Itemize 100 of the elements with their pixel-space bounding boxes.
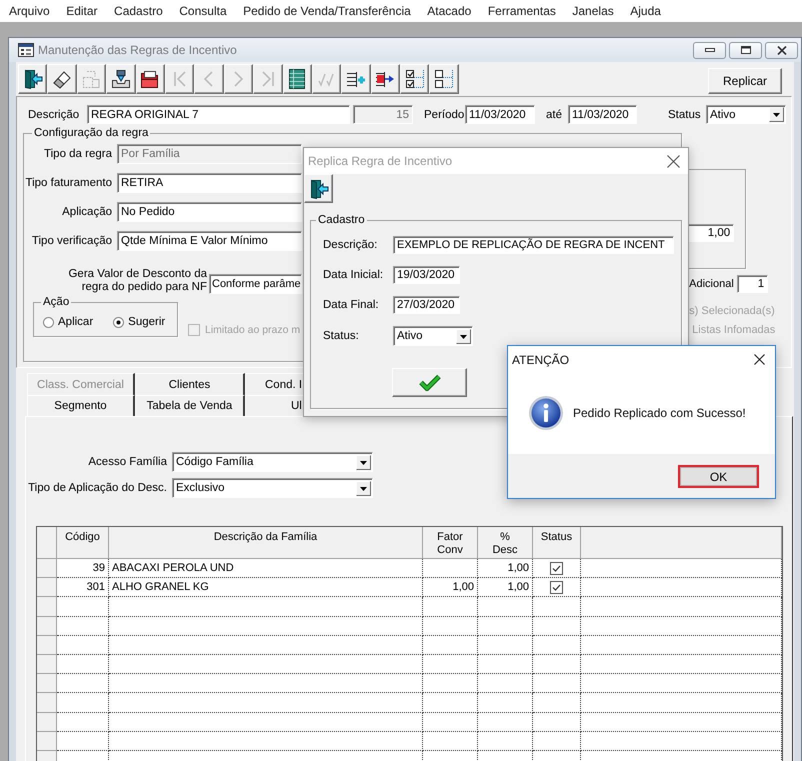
status-select[interactable]: Ativo bbox=[706, 105, 786, 124]
description-field[interactable]: REGRA ORIGINAL 7 bbox=[87, 105, 350, 124]
ok-button[interactable]: OK bbox=[680, 467, 757, 486]
toolbar-button[interactable] bbox=[18, 64, 48, 94]
empty-cell bbox=[533, 674, 581, 694]
field-label: Tipo de Aplicação do Desc. bbox=[27, 482, 167, 494]
stacked-pages-icon bbox=[81, 69, 102, 89]
menu-item[interactable]: Consulta bbox=[179, 4, 227, 18]
radio-option[interactable]: Aplicar bbox=[43, 316, 94, 328]
tab[interactable]: Tabela de Venda bbox=[135, 395, 245, 416]
table-cell: ALHO GRANEL KG bbox=[109, 578, 423, 598]
maximize-icon bbox=[740, 46, 750, 54]
toolbar-button[interactable] bbox=[370, 64, 400, 94]
toolbar-button[interactable] bbox=[429, 64, 459, 94]
menu-item[interactable]: Pedido de Venda/Transferência bbox=[243, 4, 411, 18]
date-field[interactable]: 19/03/2020 bbox=[393, 266, 460, 284]
dropdown-arrow-icon[interactable] bbox=[356, 454, 371, 470]
checkbox-icon[interactable] bbox=[550, 580, 563, 594]
dialog-title: Replica Regra de Incentivo bbox=[308, 154, 452, 168]
toolbar-button[interactable] bbox=[106, 64, 136, 94]
menu-item[interactable]: Ferramentas bbox=[488, 4, 556, 18]
empty-cell bbox=[423, 674, 478, 694]
menu-item[interactable]: Cadastro bbox=[114, 4, 163, 18]
start-date-field[interactable]: 11/03/2020 bbox=[465, 105, 535, 124]
radio-option[interactable]: Sugerir bbox=[113, 316, 166, 328]
minimize-button[interactable] bbox=[693, 42, 726, 58]
empty-cell bbox=[423, 712, 478, 732]
dropdown-arrow-icon[interactable] bbox=[356, 480, 371, 496]
table-cell: 1,00 bbox=[423, 578, 478, 598]
unchecked-list-icon bbox=[434, 69, 454, 89]
field-label: até bbox=[546, 108, 563, 120]
field-label: Data Final: bbox=[323, 299, 380, 311]
dropdown-arrow-icon[interactable] bbox=[456, 328, 471, 344]
column-header: Descrição da Família bbox=[109, 527, 423, 558]
checkbox-icon[interactable] bbox=[550, 562, 563, 575]
column-header: % Desc bbox=[478, 527, 533, 558]
empty-cell bbox=[478, 636, 533, 655]
toolbar-button[interactable] bbox=[136, 64, 165, 94]
text-field[interactable]: No Pedido bbox=[117, 202, 302, 222]
menu-item[interactable]: Editar bbox=[66, 4, 98, 18]
empty-cell bbox=[478, 674, 533, 694]
dropdown-arrow-icon[interactable] bbox=[769, 107, 784, 122]
field-label: Status: bbox=[323, 330, 360, 342]
info-icon bbox=[529, 396, 563, 430]
empty-cell bbox=[423, 693, 478, 712]
radio-icon[interactable] bbox=[113, 316, 124, 328]
toolbar-button[interactable] bbox=[47, 64, 77, 94]
row-indicator bbox=[37, 636, 57, 655]
field-label: Tipo verificação bbox=[30, 235, 112, 247]
menu-item[interactable]: Ajuda bbox=[630, 4, 661, 18]
field-label: Gera Valor de Desconto da regra do pedido para NF bbox=[67, 268, 207, 294]
select-field[interactable]: Código Família bbox=[172, 452, 373, 472]
menu-item[interactable]: Atacado bbox=[427, 4, 472, 18]
replicate-button[interactable]: Replicar bbox=[708, 68, 782, 94]
date-field[interactable]: 27/03/2020 bbox=[393, 296, 460, 314]
empty-cell bbox=[423, 616, 478, 636]
empty-cell bbox=[478, 693, 533, 712]
select-field[interactable]: Ativo bbox=[393, 326, 473, 346]
row-indicator bbox=[37, 693, 57, 712]
text-field[interactable]: Conforme parâme bbox=[209, 274, 302, 294]
column-header: Fator Conv bbox=[423, 527, 478, 558]
field-label: Adicional bbox=[689, 278, 734, 290]
text-field[interactable]: Qtde Mínima E Valor Mínimo bbox=[117, 231, 302, 251]
field-label: Tipo faturamento bbox=[24, 177, 112, 189]
field-label: Período bbox=[424, 108, 465, 120]
empty-cell bbox=[423, 732, 478, 751]
select-field[interactable]: Exclusivo bbox=[172, 478, 373, 498]
tab[interactable]: Segmento bbox=[27, 395, 135, 416]
close-button[interactable] bbox=[765, 42, 798, 58]
eraser-icon bbox=[52, 69, 72, 89]
confirm-button[interactable] bbox=[392, 368, 467, 397]
menu-item[interactable]: Arquivo bbox=[9, 4, 50, 18]
code-field[interactable]: 15 bbox=[353, 105, 413, 124]
empty-cell bbox=[423, 559, 478, 578]
move-row-icon bbox=[375, 69, 396, 89]
close-icon[interactable] bbox=[667, 154, 680, 168]
empty-cell bbox=[478, 597, 533, 617]
radio-icon[interactable] bbox=[43, 316, 54, 328]
empty-cell bbox=[533, 654, 581, 674]
field-label: Tipo da regra bbox=[43, 148, 112, 160]
number-field[interactable]: 1 bbox=[737, 275, 768, 293]
text-field[interactable]: EXEMPLO DE REPLICAÇÃO DE REGRA DE INCENT bbox=[393, 236, 674, 254]
empty-cell bbox=[423, 597, 478, 617]
toolbar-button[interactable] bbox=[282, 64, 312, 94]
text-field[interactable]: RETIRA bbox=[117, 173, 302, 193]
menu-item[interactable]: Janelas bbox=[572, 4, 614, 18]
tab[interactable]: Clientes bbox=[135, 373, 245, 395]
toolbar-button[interactable] bbox=[341, 64, 371, 94]
field-label: Status bbox=[668, 108, 702, 120]
form-icon bbox=[18, 43, 34, 57]
table-cell: 1,00 bbox=[478, 578, 533, 598]
empty-cell bbox=[478, 616, 533, 636]
exit-button[interactable] bbox=[304, 174, 333, 203]
close-icon[interactable] bbox=[754, 354, 765, 365]
field-label: Aplicação bbox=[61, 206, 112, 218]
number-field[interactable]: 1,00 bbox=[689, 224, 734, 242]
end-date-field[interactable]: 11/03/2020 bbox=[568, 105, 637, 124]
maximize-button[interactable] bbox=[729, 42, 762, 58]
toolbar-button[interactable] bbox=[400, 64, 430, 94]
table-cell: 1,00 bbox=[478, 559, 533, 578]
